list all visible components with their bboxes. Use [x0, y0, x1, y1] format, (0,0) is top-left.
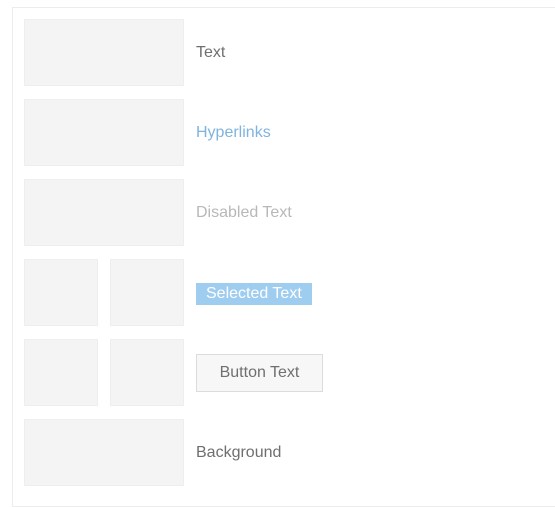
text-color-swatch[interactable] [24, 19, 184, 86]
disabled-text-color-swatch[interactable] [24, 179, 184, 246]
button-text-sample-button[interactable]: Button Text [196, 354, 323, 392]
hyperlinks-label: Hyperlinks [196, 124, 271, 141]
button-text-foreground-swatch[interactable] [24, 339, 98, 406]
text-label: Text [196, 44, 226, 61]
selected-text-background-swatch[interactable] [110, 259, 184, 326]
selected-text-label: Selected Text [196, 283, 312, 305]
button-text-background-swatch[interactable] [110, 339, 184, 406]
hyperlink-color-swatch[interactable] [24, 99, 184, 166]
background-label: Background [196, 444, 282, 461]
selected-text-foreground-swatch[interactable] [24, 259, 98, 326]
background-color-swatch[interactable] [24, 419, 184, 486]
disabled-text-label: Disabled Text [196, 204, 292, 221]
